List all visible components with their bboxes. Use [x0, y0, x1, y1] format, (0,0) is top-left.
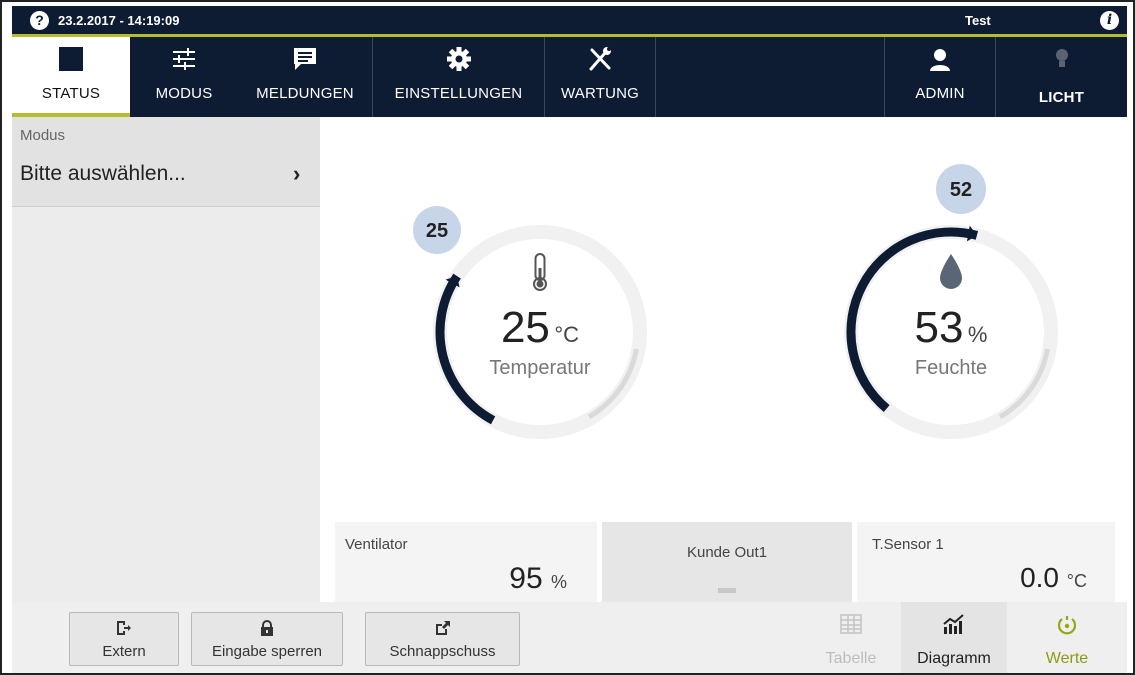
- nav-tab-admin[interactable]: ADMIN: [885, 37, 995, 117]
- exit-icon: [117, 621, 131, 635]
- table-icon: [840, 614, 862, 634]
- help-icon[interactable]: ?: [30, 11, 49, 30]
- gear-icon: [446, 47, 471, 71]
- view-tab-tabelle[interactable]: Tabelle: [811, 602, 891, 673]
- temperature-label: Temperatur: [489, 357, 591, 379]
- status-main: 25 25 °C Temperatur 52 53 % Feuchte Vent…: [320, 117, 1127, 602]
- diagramm-label: Diagramm: [917, 650, 991, 667]
- nav-tab-label: MODUS: [155, 85, 213, 102]
- humidity-label: Feuchte: [914, 357, 988, 379]
- nav-tab-label: STATUS: [41, 85, 101, 102]
- thermometer-icon: [533, 253, 547, 291]
- sliders-icon: [173, 48, 195, 70]
- tsensor1-unit: °C: [1066, 571, 1087, 591]
- nav-tab-label: WARTUNG: [560, 85, 640, 102]
- ventilator-label: Ventilator: [345, 536, 408, 553]
- view-tab-diagramm[interactable]: Diagramm: [901, 602, 1007, 673]
- device-name: Test: [965, 13, 991, 28]
- temperature-setpoint-badge[interactable]: 25: [413, 206, 461, 254]
- share-icon: [435, 621, 450, 635]
- schnappschuss-button[interactable]: Schnappschuss: [365, 612, 520, 666]
- ventilator-value: 95: [509, 562, 543, 595]
- modus-value: Bitte auswählen...: [20, 162, 186, 185]
- modus-selector[interactable]: Modus Bitte auswählen... ›: [12, 117, 320, 207]
- droplet-icon: [940, 254, 962, 289]
- nav-tab-status[interactable]: STATUS: [12, 37, 130, 117]
- ventilator-tile[interactable]: Ventilator 95 %: [335, 522, 597, 602]
- status-square-icon: [59, 47, 83, 71]
- extern-button[interactable]: Extern: [69, 612, 179, 666]
- temperature-value: 25: [500, 303, 550, 352]
- nav-separator: [655, 37, 656, 117]
- nav-tab-label: LICHT: [1038, 89, 1085, 106]
- tsensor1-label: T.Sensor 1: [872, 536, 944, 553]
- info-icon[interactable]: i: [1100, 11, 1119, 30]
- nav-tab-label: ADMIN: [915, 85, 965, 102]
- tsensor1-value: 0.0: [1020, 562, 1060, 593]
- kunde-out1-label: Kunde Out1: [686, 544, 768, 561]
- ventilator-unit: %: [550, 572, 567, 592]
- extern-label: Extern: [102, 643, 146, 660]
- nav-tab-einstellungen[interactable]: EINSTELLUNGEN: [373, 37, 544, 117]
- lightbulb-icon: [1055, 49, 1068, 67]
- bottom-toolbar: Extern Eingabe sperren Schnappschuss Tab…: [12, 602, 1127, 673]
- eingabe-sperren-button[interactable]: Eingabe sperren: [191, 612, 343, 666]
- sidebar: Modus Bitte auswählen... ›: [12, 117, 320, 602]
- tsensor1-tile[interactable]: T.Sensor 1 0.0 °C: [857, 522, 1115, 602]
- tsensor1-readout: 0.0 °C: [1020, 562, 1087, 594]
- nav-tab-wartung[interactable]: WARTUNG: [545, 37, 655, 117]
- nav-tab-modus[interactable]: MODUS: [130, 37, 238, 117]
- datetime-display: 23.2.2017 - 14:19:09: [58, 13, 180, 28]
- humidity-setpoint-badge[interactable]: 52: [936, 164, 986, 214]
- chart-icon: [943, 614, 964, 634]
- main-nav: STATUS MODUS MELDUNGEN EINSTELLUNGEN WAR…: [12, 37, 1127, 117]
- kunde-out1-tile[interactable]: Kunde Out1: [602, 522, 852, 602]
- gauge-icon: [1057, 616, 1077, 635]
- user-icon: [930, 49, 950, 71]
- modus-title: Modus: [20, 127, 66, 144]
- werte-label: Werte: [1045, 650, 1089, 667]
- nav-tab-licht[interactable]: LICHT: [996, 37, 1127, 117]
- message-icon: [294, 48, 316, 70]
- humidity-unit: %: [967, 322, 988, 347]
- temperature-unit: °C: [554, 322, 580, 347]
- humidity-setpoint: 52: [950, 179, 972, 201]
- tabelle-label: Tabelle: [825, 650, 877, 667]
- nav-tab-meldungen[interactable]: MELDUNGEN: [238, 37, 372, 117]
- ventilator-readout: 95 %: [509, 562, 567, 596]
- nav-tab-label: MELDUNGEN: [256, 85, 354, 102]
- humidity-readout: 53 % Feuchte: [851, 252, 1051, 380]
- chevron-right-icon: ›: [293, 161, 301, 186]
- status-bar: ? 23.2.2017 - 14:19:09 Test i: [12, 6, 1127, 35]
- off-indicator: [718, 588, 736, 593]
- schnappschuss-label: Schnappschuss: [389, 643, 496, 660]
- humidity-value: 53: [914, 303, 964, 352]
- eingabe-sperren-label: Eingabe sperren: [211, 643, 323, 660]
- nav-tab-label: EINSTELLUNGEN: [394, 85, 523, 102]
- temperature-readout: 25 °C Temperatur: [440, 252, 640, 380]
- view-tab-werte[interactable]: Werte: [1017, 602, 1117, 673]
- lock-icon: [261, 620, 273, 636]
- temperature-setpoint: 25: [426, 220, 448, 242]
- app-window: ? 23.2.2017 - 14:19:09 Test i STATUS MOD…: [0, 0, 1135, 675]
- tools-icon: [589, 47, 611, 71]
